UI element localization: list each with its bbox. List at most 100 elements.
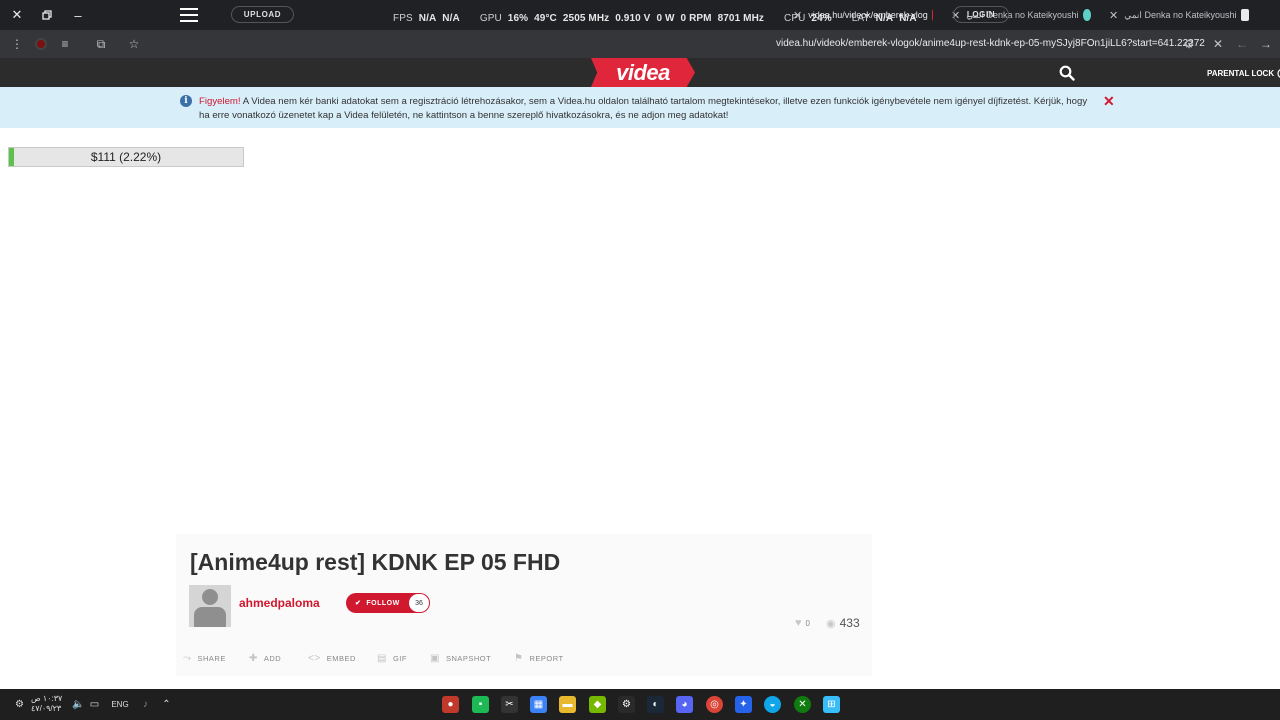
- forward-icon[interactable]: ←: [1234, 36, 1250, 52]
- gif-button[interactable]: ▤ GIF: [377, 653, 430, 664]
- tab-title: videa.hu/videok/emberek-vlog: [808, 10, 928, 20]
- snapshot-label: SNAPSHOT: [445, 654, 492, 663]
- banner-text: Figyelem! A Videa nem kér banki adatokat…: [199, 95, 1089, 122]
- chrome-icon[interactable]: ◎: [706, 696, 723, 713]
- app-icon-3[interactable]: ✦: [735, 696, 752, 713]
- login-button[interactable]: LOGIN: [953, 6, 1009, 23]
- gpu-fan: 0 RPM: [680, 13, 712, 24]
- store-icon[interactable]: ▦: [530, 696, 547, 713]
- app-icon-2[interactable]: ▪: [472, 696, 489, 713]
- share-button[interactable]: ⤳ SHARE: [183, 653, 249, 664]
- parental-lock-label: PARENTAL LOCK: [1207, 69, 1275, 78]
- gif-label: GIF: [392, 654, 407, 663]
- extension-icon[interactable]: [33, 36, 49, 52]
- chevron-up-icon[interactable]: ⌃: [158, 696, 175, 713]
- site-settings-icon[interactable]: ⚙: [1181, 36, 1197, 52]
- gpu-volt: 0.910 V: [615, 13, 651, 24]
- stop-icon[interactable]: ✕: [1210, 36, 1226, 52]
- clock-time: ١٠:٣٧ ص: [31, 694, 63, 703]
- camera-icon: ▣: [430, 653, 440, 664]
- gpu-load: 16%: [507, 13, 529, 24]
- follow-button[interactable]: ✔ FOLLOW 36: [346, 593, 430, 613]
- plus-icon: ✚: [249, 653, 258, 664]
- menu-dots-icon[interactable]: ⋮: [9, 36, 25, 52]
- bookmark-favicon-icon: [1240, 9, 1249, 21]
- fps-value: N/A: [418, 13, 437, 24]
- embed-label: EMBED: [326, 654, 356, 663]
- parental-lock-toggle[interactable]: PARENTAL LOCK: [1207, 68, 1280, 79]
- search-icon[interactable]: [1059, 65, 1075, 81]
- close-banner-icon[interactable]: ✕: [1103, 93, 1115, 110]
- tab-close-icon[interactable]: ✕: [793, 9, 802, 22]
- videa-logo[interactable]: videa: [591, 58, 695, 87]
- volume-icon[interactable]: 🔈: [70, 696, 87, 713]
- heart-icon[interactable]: ♥: [795, 617, 802, 629]
- windows-start-icon[interactable]: ⊞: [823, 696, 840, 713]
- follower-count: 36: [409, 594, 429, 612]
- gpu-label: GPU: [479, 13, 502, 24]
- eye-icon: ◉: [825, 617, 836, 630]
- steelseries-icon[interactable]: ⚙: [618, 696, 635, 713]
- add-label: ADD: [263, 654, 282, 663]
- video-actions: ⤳ SHARE ✚ ADD <> EMBED ▤ GIF ▣ SNAPSHOT ⚑ REPO…: [183, 653, 574, 664]
- view-count: 433: [839, 616, 860, 630]
- flag-icon: ⚑: [514, 653, 524, 664]
- warning-banner: i Figyelem! A Videa nem kér banki adatok…: [0, 87, 1280, 128]
- close-window-button[interactable]: ✕: [7, 6, 27, 24]
- capcut-icon[interactable]: ✂: [501, 696, 518, 713]
- tab-close-icon[interactable]: ✕: [1109, 9, 1118, 22]
- nvidia-icon[interactable]: ◆: [589, 696, 606, 713]
- avatar[interactable]: [189, 585, 231, 627]
- notification-icon[interactable]: ⚙: [11, 696, 28, 713]
- gpu-clock: 2505 MHz: [562, 13, 610, 24]
- upload-button[interactable]: UPLOAD: [231, 6, 294, 23]
- video-stats: ♥ 0 ◉ 433: [795, 616, 860, 630]
- restore-window-button[interactable]: [37, 6, 57, 24]
- gpu-temp: 49°C: [534, 13, 557, 24]
- gpu-mem: 8701 MHz: [717, 13, 764, 24]
- report-button[interactable]: ⚑ REPORT: [514, 653, 574, 664]
- discord-icon[interactable]: ◕: [676, 696, 693, 713]
- tab-anime-2[interactable]: ✕ انمي Denka no Kateikyoushi: [1103, 4, 1253, 26]
- anime-favicon-icon: [1082, 9, 1091, 21]
- address-bar-url[interactable]: videa.hu/videok/emberek-vlogok/anime4up-…: [776, 38, 1205, 49]
- share-label: SHARE: [197, 654, 226, 663]
- share-icon: ⤳: [183, 653, 192, 664]
- tab-title: انمي Denka no Kateikyoushi: [1124, 9, 1237, 20]
- banner-message: A Videa nem kér banki adatokat sem a reg…: [199, 96, 1088, 121]
- report-label: REPORT: [529, 654, 564, 663]
- extensions-puzzle-icon[interactable]: ⧉: [93, 36, 109, 52]
- taskbar-clock[interactable]: ١٠:٣٧ ص ٤٧/٠٩/٢٣: [31, 694, 62, 714]
- restore-icon: [42, 10, 52, 20]
- tab-videa[interactable]: ✕ videa.hu/videok/emberek-vlog: [787, 4, 937, 26]
- fps-label: FPS: [393, 13, 413, 24]
- embed-button[interactable]: <> EMBED: [308, 653, 377, 664]
- add-button[interactable]: ✚ ADD: [249, 653, 308, 664]
- minimize-window-button[interactable]: –: [68, 6, 88, 24]
- uploader-name-link[interactable]: ahmedpaloma: [239, 596, 320, 610]
- edge-icon[interactable]: ◒: [764, 696, 781, 713]
- microphone-icon[interactable]: ♪: [137, 696, 154, 713]
- steam-icon[interactable]: ◐: [647, 696, 664, 713]
- video-title: [Anime4up rest] KDNK EP 05 FHD: [190, 549, 561, 575]
- bookmark-star-icon[interactable]: ☆: [126, 36, 142, 52]
- back-icon[interactable]: →: [1258, 36, 1274, 52]
- clock-date: ٤٧/٠٩/٢٣: [31, 704, 62, 713]
- fps-value-2: N/A: [442, 13, 460, 24]
- follow-label: FOLLOW: [366, 599, 400, 607]
- donation-progress-bar: $111 (2.22%): [8, 147, 244, 167]
- info-icon: i: [180, 95, 192, 107]
- language-indicator[interactable]: ENG: [108, 696, 132, 713]
- progress-value: $111 (2.22%): [90, 150, 162, 164]
- reading-list-icon[interactable]: ≡: [57, 36, 73, 52]
- xbox-icon[interactable]: ✕: [794, 696, 811, 713]
- code-icon: <>: [308, 653, 321, 664]
- browser-toolbar: ⋮ ≡ ⧉ ☆ videa.hu/videok/emberek-vlogok/a…: [0, 30, 1280, 58]
- snapshot-button[interactable]: ▣ SNAPSHOT: [430, 653, 514, 664]
- check-icon: ✔: [355, 600, 362, 607]
- gpu-power: 0 W: [656, 13, 675, 24]
- file-explorer-icon[interactable]: ▬: [559, 696, 576, 713]
- network-icon[interactable]: ▭: [86, 696, 103, 713]
- app-icon-1[interactable]: ●: [442, 696, 459, 713]
- hamburger-menu-icon[interactable]: [180, 8, 198, 22]
